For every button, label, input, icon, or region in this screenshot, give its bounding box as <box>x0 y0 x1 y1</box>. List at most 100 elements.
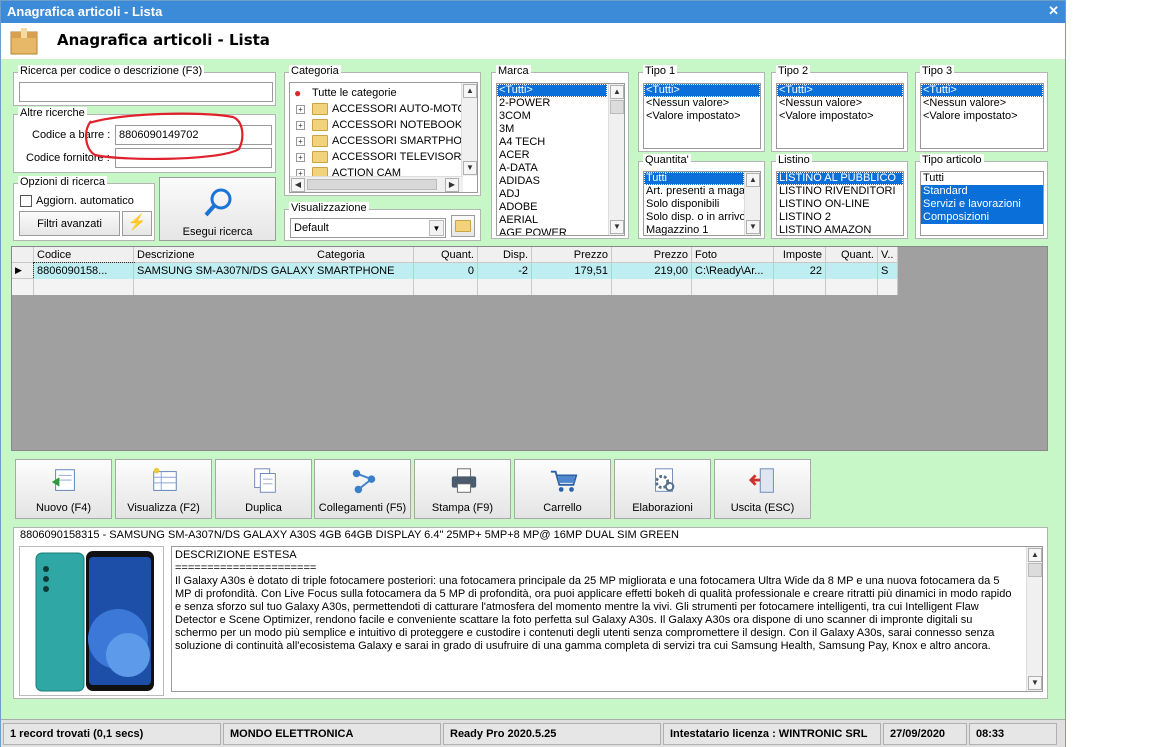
scroll-down-icon[interactable]: ▼ <box>463 161 477 175</box>
quantity-vscroll[interactable]: ▲ ▼ <box>744 172 760 235</box>
column-header[interactable]: Categoria <box>314 247 414 263</box>
list-item[interactable]: <Nessun valore> <box>777 97 903 110</box>
list-item[interactable]: <Valore impostato> <box>777 110 903 123</box>
table-cell[interactable]: S <box>878 263 898 279</box>
scroll-left-icon[interactable]: ◀ <box>291 178 305 192</box>
column-header[interactable]: V.. <box>878 247 898 263</box>
empty-cell[interactable] <box>414 279 478 295</box>
description-vscroll[interactable]: ▲ ▼ <box>1026 547 1042 691</box>
view-select[interactable]: Default ▼ <box>290 218 446 238</box>
empty-cell[interactable] <box>34 279 134 295</box>
category-item[interactable]: + ACCESSORI TELEVISORI <box>294 150 464 166</box>
table-cell[interactable]: SMARTPHONE <box>314 263 414 279</box>
scroll-up-icon[interactable]: ▲ <box>1028 548 1042 562</box>
table-cell[interactable]: -2 <box>478 263 532 279</box>
list-item[interactable]: ADIDAS <box>497 175 607 188</box>
toolbar-button[interactable]: Nuovo (F4) <box>15 459 112 519</box>
open-folder-button[interactable] <box>451 215 475 237</box>
list-item[interactable]: Servizi e lavorazioni <box>921 198 1043 211</box>
toolbar-button[interactable]: Collegamenti (F5) <box>314 459 411 519</box>
list-item[interactable]: LISTINO AMAZON <box>777 224 903 235</box>
brand-vscroll[interactable]: ▲ ▼ <box>608 84 624 235</box>
column-header[interactable]: Prezzo <box>612 247 692 263</box>
scroll-down-icon[interactable]: ▼ <box>746 220 760 234</box>
column-header[interactable]: Descrizione <box>134 247 334 263</box>
scroll-up-icon[interactable]: ▲ <box>463 84 477 98</box>
category-root[interactable]: ● Tutte le categorie <box>294 86 397 102</box>
auto-update-checkbox[interactable] <box>20 195 32 207</box>
results-grid[interactable]: Codice Descrizione Categoria Quant. Disp. Pre… <box>11 246 1048 451</box>
close-icon[interactable]: ✕ <box>1048 3 1059 19</box>
list-item[interactable]: Solo disp. o in arrivo <box>644 211 746 224</box>
list-item[interactable]: Tutti <box>921 172 1043 185</box>
table-cell[interactable]: C:\Ready\Ar... <box>692 263 774 279</box>
empty-cell[interactable] <box>532 279 612 295</box>
column-header[interactable]: Imposte <box>774 247 826 263</box>
column-header[interactable]: Prezzo <box>532 247 612 263</box>
list-item[interactable]: Composizioni <box>921 211 1043 224</box>
list-item[interactable]: <Tutti> <box>777 84 903 97</box>
type1-list[interactable]: <Tutti> <Nessun valore> <Valore impostato> <box>643 83 761 149</box>
toolbar-button[interactable]: Elaborazioni <box>614 459 711 519</box>
toolbar-button[interactable]: Carrello <box>514 459 611 519</box>
empty-cell[interactable] <box>692 279 774 295</box>
article-type-list[interactable]: Tutti Standard Servizi e lavorazioni Compos… <box>920 171 1044 236</box>
list-item[interactable]: LISTINO 2 <box>777 211 903 224</box>
list-item[interactable]: <Valore impostato> <box>644 110 760 123</box>
list-item[interactable]: <Tutti> <box>497 84 607 97</box>
lightning-button[interactable]: ⚡ <box>122 211 152 236</box>
list-item[interactable]: ADJ <box>497 188 607 201</box>
toolbar-button[interactable]: Duplica <box>215 459 312 519</box>
list-item[interactable]: 3COM <box>497 110 607 123</box>
scroll-down-icon[interactable]: ▼ <box>610 220 624 234</box>
toolbar-button[interactable]: Visualizza (F2) <box>115 459 212 519</box>
list-item[interactable]: ADOBE <box>497 201 607 214</box>
empty-cell[interactable] <box>478 279 532 295</box>
column-header[interactable]: Foto <box>692 247 774 263</box>
category-tree[interactable]: ● Tutte le categorie + ACCESSORI AUTO-MOT… <box>289 82 478 193</box>
description-box[interactable]: DESCRIZIONE ESTESA =====================… <box>171 546 1043 692</box>
category-item[interactable]: + ACCESSORI AUTO-MOTO-I <box>294 102 473 118</box>
expand-icon[interactable]: + <box>296 121 305 130</box>
toolbar-button[interactable]: Stampa (F9) <box>414 459 511 519</box>
list-item[interactable]: LISTINO AL PUBBLICO <box>777 172 903 185</box>
expand-icon[interactable]: + <box>296 105 305 114</box>
type3-list[interactable]: <Tutti> <Nessun valore> <Valore impostato> <box>920 83 1044 149</box>
column-header[interactable]: Disp. <box>478 247 532 263</box>
category-vscroll[interactable]: ▲ ▼ <box>461 83 477 176</box>
search-code-input[interactable] <box>19 82 273 102</box>
list-item[interactable]: Art. presenti a maga <box>644 185 745 198</box>
table-cell[interactable]: 8806090158... <box>33 262 135 280</box>
scroll-down-icon[interactable]: ▼ <box>1028 676 1042 690</box>
empty-cell[interactable] <box>612 279 692 295</box>
list-item[interactable]: Tutti <box>644 172 744 185</box>
list-item[interactable]: AERIAL <box>497 214 607 227</box>
column-header[interactable]: Quant. <box>826 247 878 263</box>
empty-cell[interactable] <box>314 279 414 295</box>
list-item[interactable]: A-DATA <box>497 162 607 175</box>
list-item[interactable]: ACER <box>497 149 607 162</box>
list-item[interactable]: Standard <box>921 185 1043 198</box>
empty-cell[interactable] <box>826 279 878 295</box>
list-item[interactable]: LISTINO RIVENDITORI <box>777 185 903 198</box>
row-indicator-icon[interactable]: ▶ <box>12 263 34 279</box>
category-item[interactable]: + ACCESSORI NOTEBOOK <box>294 118 462 134</box>
table-cell[interactable] <box>826 263 878 279</box>
list-item[interactable]: Magazzino 1 <box>644 224 744 235</box>
scroll-up-icon[interactable]: ▲ <box>610 85 624 99</box>
empty-cell[interactable] <box>134 279 334 295</box>
table-cell[interactable]: 219,00 <box>612 263 692 279</box>
list-item[interactable]: <Tutti> <box>921 84 1043 97</box>
pricelist-list[interactable]: LISTINO AL PUBBLICO LISTINO RIVENDITORI LI… <box>776 171 904 236</box>
list-item[interactable]: AGE POWER <box>497 227 607 235</box>
list-item[interactable]: Solo disponibili <box>644 198 744 211</box>
scroll-right-icon[interactable]: ▶ <box>445 178 459 192</box>
category-hscroll[interactable]: ◀ ▶ <box>290 176 463 192</box>
run-search-button[interactable]: Esegui ricerca <box>159 177 276 241</box>
empty-cell[interactable] <box>878 279 898 295</box>
list-item[interactable]: <Valore impostato> <box>921 110 1043 123</box>
column-header[interactable]: Codice <box>34 247 134 263</box>
empty-cell[interactable] <box>774 279 826 295</box>
toolbar-button[interactable]: Uscita (ESC) <box>714 459 811 519</box>
table-cell[interactable]: 0 <box>414 263 478 279</box>
